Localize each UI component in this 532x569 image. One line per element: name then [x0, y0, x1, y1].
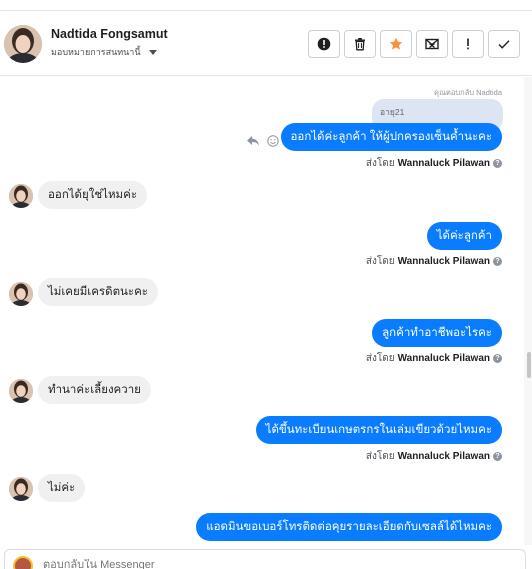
- reply-note: คุณตอบกลับ Nadtida: [434, 88, 502, 97]
- message-hover-actions: [246, 135, 280, 147]
- delete-button[interactable]: [344, 30, 376, 58]
- sender-name[interactable]: Wannaluck Pilawan: [398, 158, 490, 169]
- message-bubble-incoming[interactable]: ไม่ค่ะ: [38, 474, 86, 502]
- contact-avatar-small[interactable]: [9, 379, 33, 403]
- conversation-header: Nadtida Fongsamut มอบหมายการสนทนานี้: [0, 10, 532, 76]
- sent-by-prefix: ส่งโดย: [365, 451, 395, 462]
- message-thread: คุณตอบกลับ Nadtida อายุ21 ออกได้ค่ะลูกค้…: [0, 77, 524, 545]
- message-bubble-incoming[interactable]: ออกได้ยุใช่ไหมค่ะ: [38, 181, 148, 209]
- thread-scrollbar-track[interactable]: [524, 77, 532, 545]
- message-bubble-outgoing[interactable]: ลูกค้าทำอาชีพอะไรคะ: [372, 319, 502, 347]
- contact-avatar-small[interactable]: [9, 282, 33, 306]
- contact-avatar-small[interactable]: [9, 184, 33, 208]
- page-avatar: [13, 556, 33, 569]
- help-icon[interactable]: ?: [493, 159, 502, 168]
- inbox-conversation-panel: Nadtida Fongsamut มอบหมายการสนทนานี้ คุณ…: [0, 0, 532, 569]
- sent-by-prefix: ส่งโดย: [365, 158, 395, 169]
- help-icon[interactable]: ?: [493, 257, 502, 266]
- sender-name[interactable]: Wannaluck Pilawan: [398, 451, 490, 462]
- assign-label: มอบหมายการสนทนานี้: [51, 47, 141, 57]
- report-spam-button[interactable]: [308, 30, 340, 58]
- contact-avatar[interactable]: [4, 25, 42, 63]
- message-bubble-incoming[interactable]: ไม่เคยมีเครดิตนะคะ: [38, 278, 158, 306]
- star-button[interactable]: [380, 30, 412, 58]
- check-icon: [498, 40, 510, 49]
- reply-composer: [4, 549, 526, 569]
- envelope-x-icon: [425, 38, 439, 50]
- sent-by-label: ส่งโดย Wannaluck Pilawan ?: [366, 254, 502, 269]
- mark-done-button[interactable]: [488, 30, 520, 58]
- caret-down-icon: [148, 49, 157, 55]
- sender-name[interactable]: Wannaluck Pilawan: [398, 256, 490, 267]
- mark-unread-button[interactable]: [416, 30, 448, 58]
- conversation-actions: [308, 30, 520, 58]
- sent-by-label: ส่งโดย Wannaluck Pilawan ?: [366, 351, 502, 366]
- message-bubble-incoming[interactable]: ทำนาค่ะเลี้ยงควาย: [38, 376, 151, 404]
- sender-name[interactable]: Wannaluck Pilawan: [398, 353, 490, 364]
- quoted-message-text: อายุ21: [380, 107, 405, 117]
- message-bubble-outgoing[interactable]: แอดมินขอเบอร์โทรติดต่อคุยรายละเอียดกับเซ…: [196, 513, 502, 541]
- help-icon[interactable]: ?: [493, 452, 502, 461]
- exclamation-icon: [467, 38, 469, 50]
- alert-circle-icon: [317, 37, 331, 51]
- sent-by-prefix: ส่งโดย: [365, 256, 395, 267]
- contact-avatar-small[interactable]: [9, 477, 33, 501]
- message-bubble-outgoing[interactable]: ออกได้ค่ะลูกค้า ให้ผู้ปกครองเซ็นค้ำนะคะ: [280, 123, 502, 151]
- reply-arrow-icon[interactable]: [246, 135, 260, 147]
- contact-name[interactable]: Nadtida Fongsamut: [51, 27, 168, 41]
- help-icon[interactable]: ?: [493, 354, 502, 363]
- message-bubble-outgoing[interactable]: ได้ค่ะลูกค้า: [426, 222, 502, 250]
- sent-by-label: ส่งโดย Wannaluck Pilawan ?: [366, 449, 502, 464]
- sent-by-label: ส่งโดย Wannaluck Pilawan ?: [366, 156, 502, 171]
- star-icon: [389, 37, 403, 50]
- follow-up-button[interactable]: [452, 30, 484, 58]
- assign-conversation-dropdown[interactable]: มอบหมายการสนทนานี้: [51, 45, 157, 59]
- message-bubble-outgoing[interactable]: ได้ขึ้นทะเบียนเกษตรกรในเล่มเขียวด้วยไหมค…: [255, 416, 502, 444]
- sent-by-prefix: ส่งโดย: [365, 353, 395, 364]
- emoji-react-icon[interactable]: [266, 135, 280, 147]
- reply-input[interactable]: [43, 559, 503, 569]
- trash-icon: [355, 38, 365, 51]
- thread-scrollbar-thumb[interactable]: [527, 352, 531, 378]
